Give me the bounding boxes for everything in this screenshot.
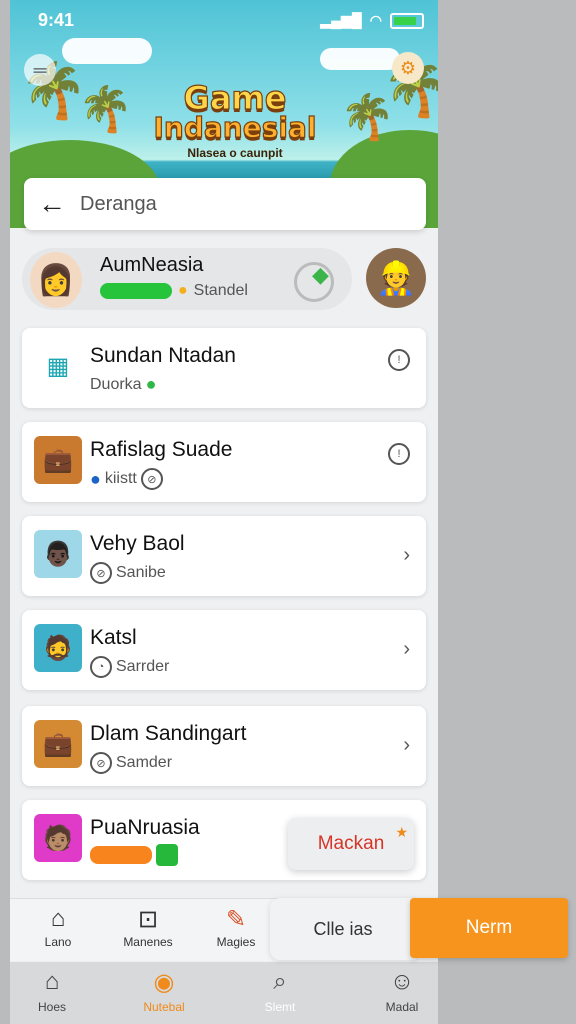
list-item[interactable]: 👨🏿 Vehy Baol ⊘ Sanibe ›	[22, 516, 426, 596]
robot-icon: ⊡	[137, 906, 159, 933]
menu-button[interactable]: ═	[24, 54, 56, 86]
profile-icon: ☺	[389, 968, 415, 995]
item-sub: Duorka	[90, 375, 142, 393]
circle-badge-icon: ●	[90, 468, 101, 489]
progress-bar	[100, 283, 172, 299]
gem-icon	[156, 844, 178, 866]
tab-lano[interactable]: ⌂ Lano	[18, 905, 98, 949]
progress-bar	[90, 846, 152, 864]
item-sub: Sanibe	[116, 564, 166, 581]
tag-icon: ◔	[90, 656, 112, 678]
palm-tree-icon: 🌴	[78, 85, 133, 134]
user-status-row[interactable]: 👩 AumNeasia ● Standel ◆	[22, 248, 352, 310]
tab-label: Magies	[216, 935, 256, 949]
game-badge-button[interactable]: ⚙	[392, 52, 424, 84]
avatar: 🧔	[34, 624, 82, 672]
logo-title-line1: Game	[183, 79, 287, 117]
block-icon: ⊘	[140, 468, 163, 490]
nav-label: Hoes	[37, 1000, 66, 1014]
bag-icon: ⚙	[399, 57, 417, 78]
bottom-nav: ⌂ Hoes ◉ Nutebal ⌕ Slemt ☺ Madal	[10, 962, 438, 1024]
secondary-button[interactable]: Clle ias	[270, 898, 416, 960]
item-sub: kiistt	[104, 470, 137, 487]
home-icon: ⌂	[50, 905, 66, 932]
tab-label: Lano	[44, 935, 72, 949]
avatar: 🧑🏽	[34, 814, 82, 862]
briefcase-icon: 💼	[34, 720, 82, 768]
block-icon: ⊘	[90, 562, 112, 584]
nav-label: Madal	[385, 1000, 419, 1014]
ball-icon: ◉	[153, 969, 175, 996]
tab-manenes[interactable]: ⊡ Manenes	[108, 905, 188, 949]
coin-icon: ●	[178, 282, 188, 299]
item-title: Sundan Ntadan	[90, 344, 236, 367]
search-bar[interactable]: ← Deranga	[24, 178, 426, 230]
status-time: 9:41	[38, 10, 75, 30]
info-icon[interactable]: !	[388, 346, 410, 371]
item-title: Rafislag Suade	[90, 438, 233, 461]
avatar: 👩	[30, 252, 82, 308]
tab-label: Manenes	[123, 935, 173, 949]
primary-button-label: Nerm	[465, 917, 513, 938]
list-item[interactable]: 💼 Rafislag Suade ● kiistt ⊘ !	[22, 422, 426, 502]
item-title: Katsl	[90, 626, 137, 649]
nav-label: Nutebal	[143, 1000, 185, 1014]
briefcase-icon: 💼	[34, 436, 82, 484]
nav-home[interactable]: ⌂ Hoes	[12, 968, 92, 1014]
back-arrow-icon[interactable]: ←	[24, 188, 80, 220]
nav-label: Slemt	[264, 1000, 296, 1014]
block-icon: ⊘	[90, 752, 112, 774]
avatar: 👨🏿	[34, 530, 82, 578]
nav-profile[interactable]: ☺ Madal	[362, 968, 438, 1014]
chevron-right-icon[interactable]: ›	[403, 544, 410, 567]
nav-search[interactable]: ⌕ Slemt	[240, 968, 320, 1014]
hamburger-icon: ═	[33, 59, 47, 80]
item-title: Vehy Baol	[90, 532, 185, 555]
game-logo: Game Indanesial Nlasea o caunpit	[150, 79, 320, 160]
star-icon: ★	[395, 824, 408, 840]
list-item[interactable]: 💼 Dlam Sandingart ⊘ Samder ›	[22, 706, 426, 786]
map-icon: ✎	[225, 906, 247, 933]
info-icon[interactable]: !	[388, 440, 410, 465]
user-name: AumNeasia	[100, 254, 204, 276]
tooltip-label: Mackan	[317, 833, 385, 854]
phone-screen: 🌴 🌴 🌴 🌴 9:41 ▂▄▆█ ◠ ═ ⚙ Game Indanesial …	[10, 0, 438, 1024]
list-item[interactable]: ▦ Sundan Ntadan Duorka ● !	[22, 328, 426, 408]
leaf-icon: ◆	[312, 262, 329, 287]
logo-subtitle: Nlasea o caunpit	[187, 146, 283, 160]
item-title: Dlam Sandingart	[90, 722, 247, 745]
profile-avatar[interactable]: 👷	[366, 248, 426, 308]
item-sub: Samder	[116, 754, 173, 771]
item-title: PuaNruasia	[90, 816, 200, 839]
tab-magies[interactable]: ✎ Magies	[196, 905, 276, 949]
search-icon: ⌕	[273, 968, 287, 995]
wifi-icon: ◠	[369, 12, 382, 28]
home-icon: ⌂	[44, 968, 60, 995]
signal-icon: ▂▄▆█	[320, 12, 362, 28]
tooltip-popup[interactable]: Mackan ★	[288, 818, 414, 870]
logo-title-line2: Indanesial	[153, 111, 317, 144]
list-item[interactable]: 🧔 Katsl ◔ Sarrder ›	[22, 610, 426, 690]
search-query[interactable]: Deranga	[80, 193, 157, 216]
status-bar: 9:41 ▂▄▆█ ◠	[38, 10, 424, 31]
primary-button[interactable]: Nerm	[410, 898, 568, 958]
battery-icon	[390, 12, 424, 29]
chevron-right-icon[interactable]: ›	[403, 638, 410, 661]
nav-nutebal[interactable]: ◉ Nutebal	[124, 968, 204, 1014]
leaf-icon: ●	[145, 374, 157, 394]
secondary-button-label: Clle ias	[313, 918, 373, 939]
item-sub: Sarrder	[116, 658, 170, 675]
building-icon: ▦	[34, 342, 82, 390]
user-status-text: Standel	[193, 282, 248, 299]
chevron-right-icon[interactable]: ›	[403, 734, 410, 757]
